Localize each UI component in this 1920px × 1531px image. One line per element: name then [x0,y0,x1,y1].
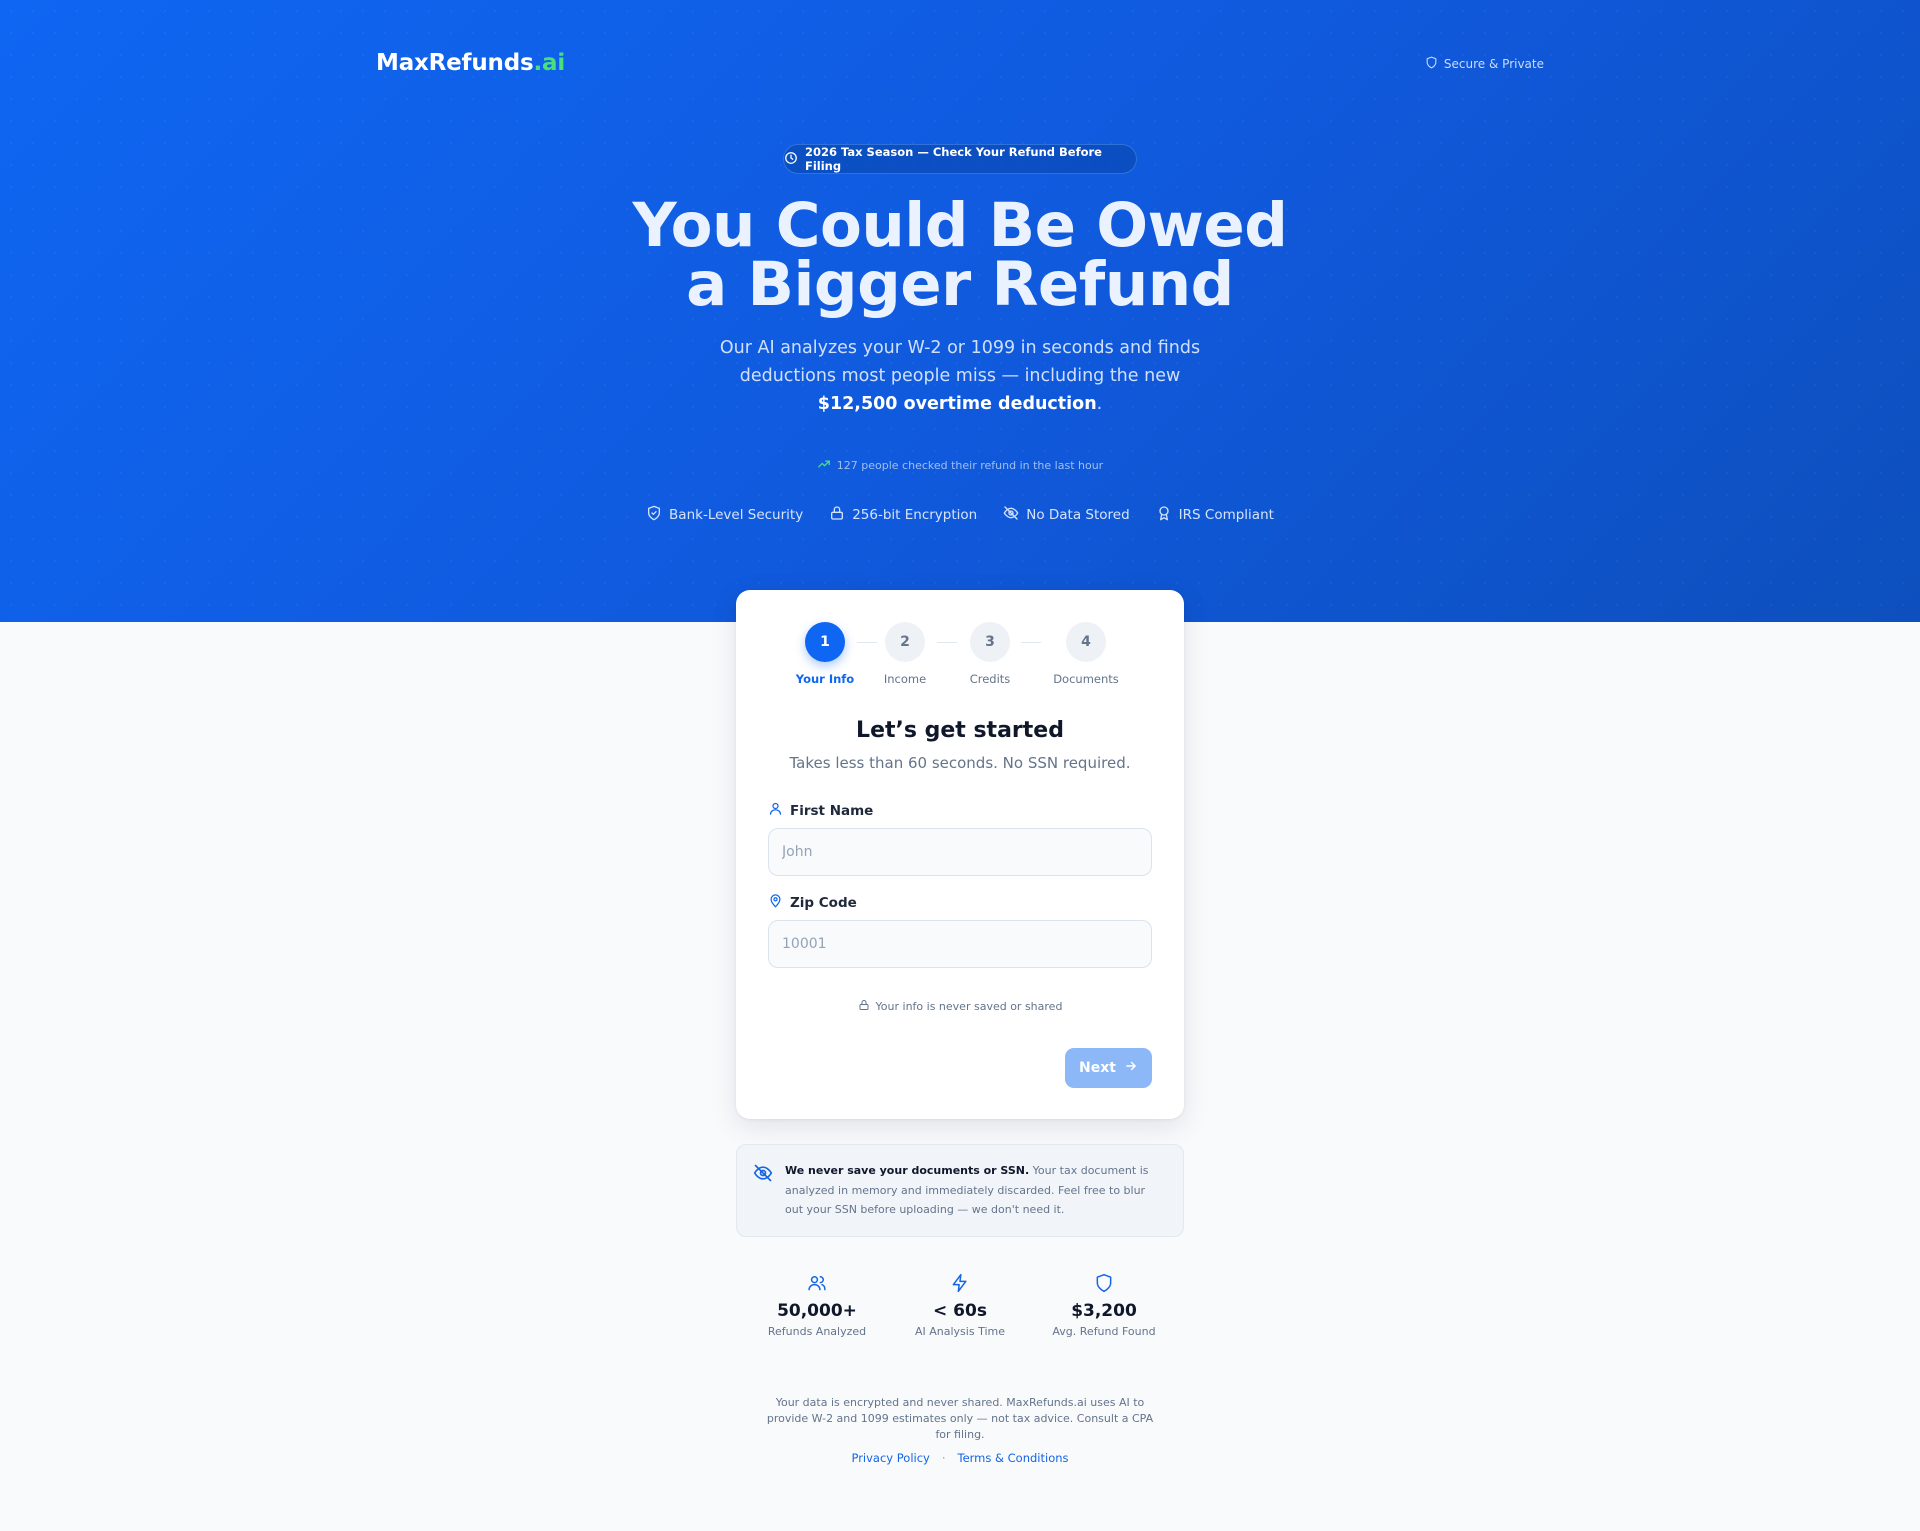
stat-refunds-analyzed: 50,000+ Refunds Analyzed [742,1273,892,1338]
lock-icon [829,505,845,525]
shield-check-icon [646,505,662,525]
secure-private-badge: Secure & Private [1425,56,1544,72]
subhead-prefix: Our AI analyzes your W-2 or 1099 in seco… [719,338,1201,386]
next-button[interactable]: Next [1065,1048,1152,1088]
trust-badge-irs: IRS Compliant [1156,505,1274,525]
shield-icon [1029,1273,1179,1293]
data-privacy-bold: We never save your documents or SSN. [785,1164,1030,1177]
hero-subhead: Our AI analyzes your W-2 or 1099 in seco… [700,334,1220,418]
stat-avg-refund: $3,200 Avg. Refund Found [1029,1273,1179,1338]
first-name-label-text: First Name [790,802,874,819]
stat-label: Refunds Analyzed [767,1325,867,1338]
step-credits[interactable]: 3 Credits [950,622,1030,686]
trust-badge-label: 256-bit Encryption [852,507,978,523]
stat-value: $3,200 [1071,1301,1137,1321]
trust-badge-security: Bank-Level Security [646,505,803,525]
trending-up-icon [817,457,831,474]
step-number: 4 [1066,622,1106,662]
live-activity-text: 127 people checked their refund in the l… [836,459,1104,472]
users-icon [742,1273,892,1293]
map-pin-icon [768,893,783,912]
award-icon [1156,505,1172,525]
data-privacy-notice: We never save your documents or SSN. You… [736,1144,1184,1237]
footer-disclaimer: Your data is encrypted and never shared.… [766,1396,1154,1441]
stats-row: 50,000+ Refunds Analyzed < 60s AI Analys… [736,1273,1184,1347]
stat-value: 50,000+ [777,1301,857,1321]
logo-tld: .ai [533,50,566,76]
trust-badges: Bank-Level Security 256-bit Encryption N… [560,505,1360,525]
lock-icon [858,999,870,1014]
data-privacy-text: We never save your documents or SSN. You… [785,1161,1165,1220]
stat-value: < 60s [933,1301,987,1321]
step-documents[interactable]: 4 Documents [1046,622,1126,686]
step-income[interactable]: 2 Income [865,622,945,686]
terms-link[interactable]: Terms & Conditions [958,1451,1069,1465]
step-label: Income [883,672,927,686]
form-subtitle: Takes less than 60 seconds. No SSN requi… [789,754,1131,772]
next-button-label: Next [1079,1060,1116,1076]
secure-private-label: Secure & Private [1443,57,1544,71]
footer-separator: · [941,1451,946,1465]
zap-icon [885,1273,1035,1293]
subhead-suffix: . [1096,394,1103,414]
step-number: 3 [970,622,1010,662]
arrow-right-icon [1124,1059,1138,1077]
zip-code-label-text: Zip Code [790,894,857,911]
step-your-info[interactable]: 1 Your Info [785,622,865,686]
first-name-label: First Name [768,801,873,820]
privacy-note: Your info is never saved or shared [736,999,1184,1014]
step-label: Your Info [795,672,855,686]
season-pill-text: 2026 Tax Season — Check Your Refund Befo… [805,145,1102,173]
step-label: Documents [1053,672,1119,686]
subhead-highlight: $12,500 overtime deduction [817,394,1097,414]
stat-label: AI Analysis Time [914,1325,1005,1338]
logo-name: MaxRefunds [376,50,534,76]
footer-links: Privacy Policy · Terms & Conditions [760,1451,1160,1465]
stepper: 1 Your Info 2 Income 3 Credits 4 Documen… [736,622,1184,686]
zip-code-input[interactable] [768,920,1152,968]
headline-line-2: a Bigger Refund [686,249,1234,320]
logo[interactable]: MaxRefunds.ai [376,50,565,76]
top-bar: MaxRefunds.ai Secure & Private [376,50,1544,80]
privacy-policy-link[interactable]: Privacy Policy [851,1451,929,1465]
trust-badge-label: IRS Compliant [1178,507,1274,523]
step-number: 2 [885,622,925,662]
step-number: 1 [805,622,845,662]
stat-analysis-time: < 60s AI Analysis Time [885,1273,1035,1338]
headline-line-1: You Could Be Owed [632,190,1288,261]
trust-badge-encryption: 256-bit Encryption [829,505,977,525]
stat-label: Avg. Refund Found [1052,1325,1156,1338]
eye-off-icon [1003,505,1019,525]
first-name-input[interactable] [768,828,1152,876]
trust-badge-label: No Data Stored [1026,507,1130,523]
signup-card: 1 Your Info 2 Income 3 Credits 4 Documen… [736,590,1184,1119]
form-title: Let’s get started [856,718,1064,743]
zip-code-label: Zip Code [768,893,857,912]
shield-icon [1425,56,1438,72]
live-activity: 127 people checked their refund in the l… [760,457,1160,474]
step-label: Credits [969,672,1011,686]
season-pill: 2026 Tax Season — Check Your Refund Befo… [783,144,1137,174]
trust-badge-no-data: No Data Stored [1003,505,1130,525]
eye-off-icon [753,1163,773,1183]
user-icon [768,801,783,820]
privacy-note-text: Your info is never saved or shared [875,1000,1063,1013]
trust-badge-label: Bank-Level Security [669,507,804,523]
clock-icon [784,151,798,168]
hero-headline: You Could Be Owed a Bigger Refund [560,190,1360,320]
